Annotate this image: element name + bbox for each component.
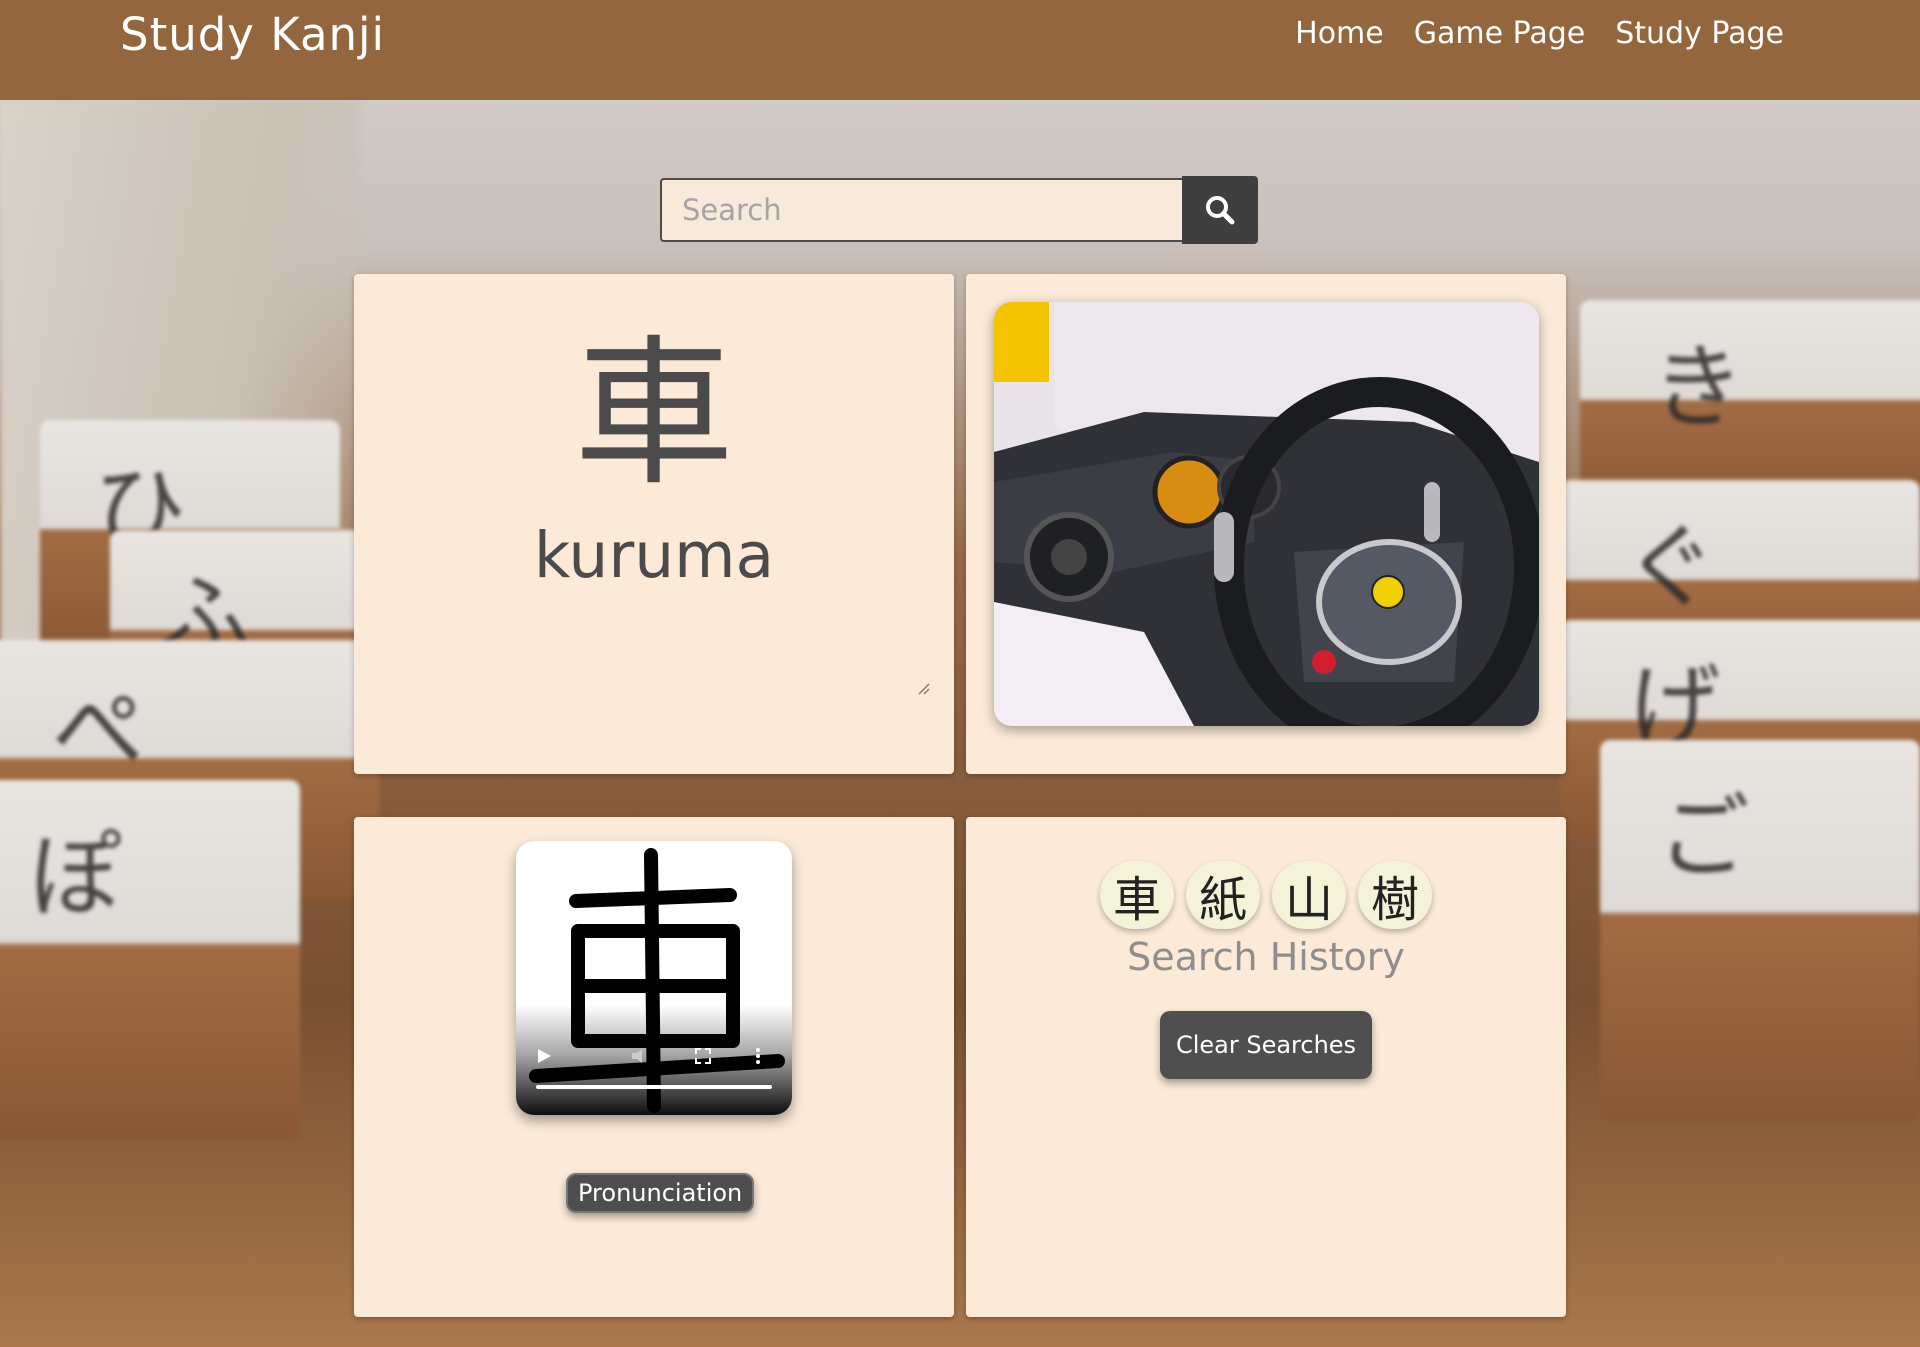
search-input[interactable] bbox=[660, 178, 1182, 242]
nav-game-page-link[interactable]: Game Page bbox=[1414, 16, 1585, 51]
kanji-reading: kuruma bbox=[533, 519, 775, 592]
play-icon[interactable] bbox=[536, 1047, 552, 1065]
clear-searches-button[interactable]: Clear Searches bbox=[1160, 1011, 1372, 1079]
search-history-card: 車 紙 山 樹 Search History Clear Searches bbox=[966, 817, 1566, 1317]
history-item[interactable]: 車 bbox=[1100, 861, 1174, 929]
history-item[interactable]: 樹 bbox=[1358, 861, 1432, 929]
top-navbar: Study Kanji Home Game Page Study Page bbox=[0, 0, 1920, 100]
video-progress-bar[interactable] bbox=[536, 1085, 772, 1089]
fullscreen-icon[interactable] bbox=[694, 1047, 712, 1065]
kanji-image bbox=[994, 302, 1539, 726]
kanji-character: 車 bbox=[573, 320, 734, 507]
history-item[interactable]: 山 bbox=[1272, 861, 1346, 929]
volume-icon[interactable] bbox=[630, 1047, 650, 1065]
stroke-order-card: Pronunciation bbox=[354, 817, 954, 1317]
search-button[interactable] bbox=[1182, 176, 1258, 244]
pronunciation-button[interactable]: Pronunciation bbox=[566, 1173, 755, 1213]
search-icon bbox=[1206, 196, 1235, 225]
video-controls bbox=[516, 1005, 792, 1115]
background-block: ご bbox=[1600, 740, 1920, 1120]
search-bar bbox=[660, 176, 1259, 246]
resize-grip-icon[interactable] bbox=[917, 682, 931, 696]
kanji-card: 車 kuruma bbox=[354, 274, 954, 774]
history-item[interactable]: 紙 bbox=[1186, 861, 1260, 929]
nav-study-page-link[interactable]: Study Page bbox=[1615, 16, 1784, 51]
brand-title[interactable]: Study Kanji bbox=[120, 8, 385, 61]
image-card bbox=[966, 274, 1566, 774]
history-list: 車 紙 山 樹 bbox=[966, 861, 1566, 929]
more-options-icon[interactable] bbox=[754, 1047, 762, 1065]
nav-home-link[interactable]: Home bbox=[1295, 16, 1384, 51]
nav-links: Home Game Page Study Page bbox=[1295, 16, 1784, 51]
background-block: ぽ bbox=[0, 780, 300, 1140]
stroke-order-video[interactable] bbox=[516, 841, 792, 1115]
search-history-title: Search History bbox=[1127, 935, 1405, 979]
